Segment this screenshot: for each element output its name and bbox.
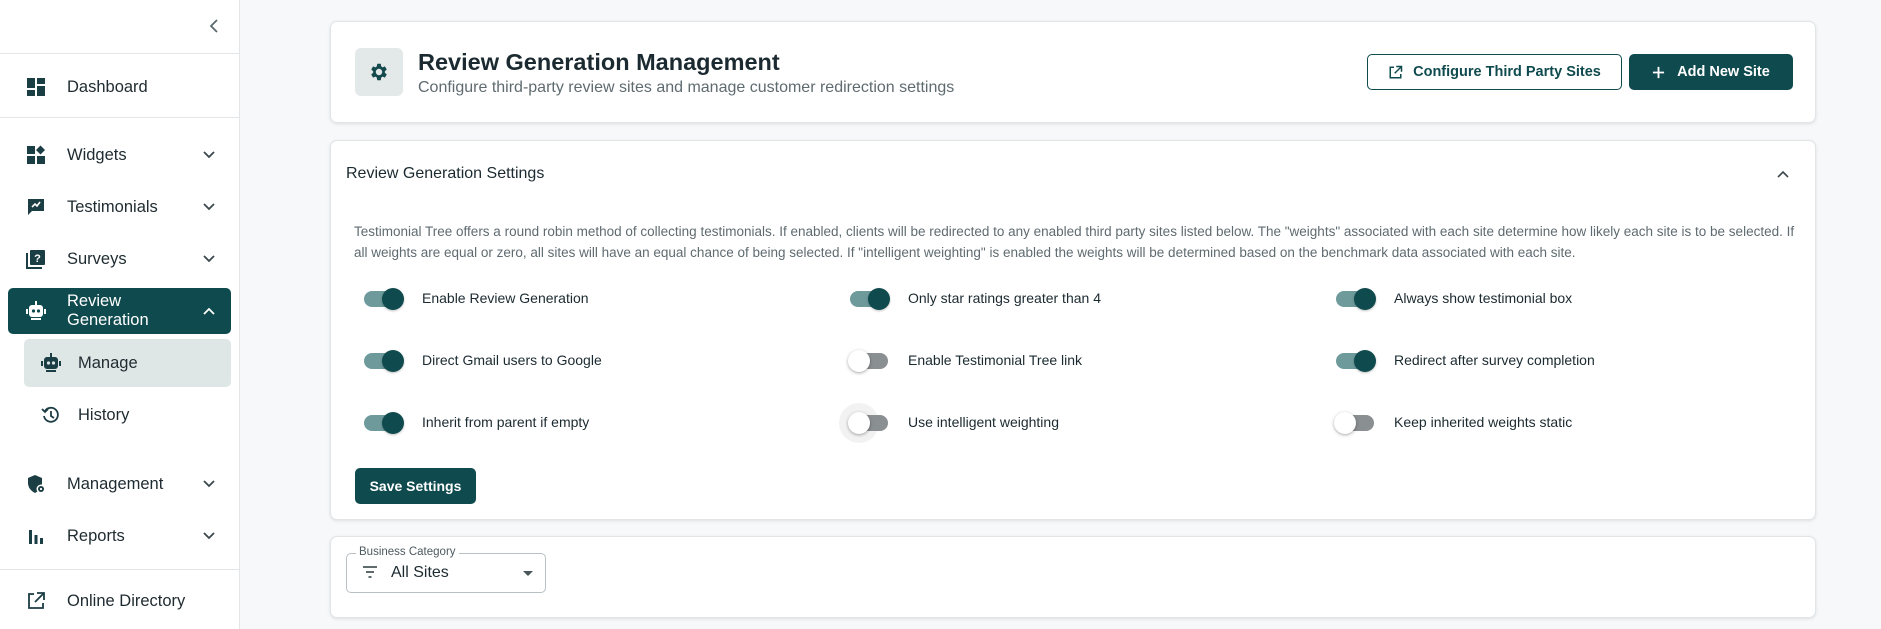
business-category-value: All Sites bbox=[391, 564, 449, 581]
testimonials-icon bbox=[25, 196, 47, 218]
review-generation-settings-panel: Review Generation Settings Testimonial T… bbox=[330, 140, 1816, 520]
sidebar-item-management[interactable]: Management bbox=[8, 461, 231, 507]
sidebar-item-label: Reports bbox=[67, 526, 125, 545]
chevron-down-icon bbox=[199, 526, 219, 546]
toggle-label: Use intelligent weighting bbox=[908, 414, 1059, 430]
dropdown-arrow-icon bbox=[523, 571, 533, 576]
svg-text:?: ? bbox=[34, 253, 41, 265]
setting-use-intelligent-weighting: Use intelligent weighting bbox=[839, 403, 1059, 443]
sidebar-item-dashboard[interactable]: Dashboard bbox=[8, 64, 231, 110]
gear-icon bbox=[355, 48, 403, 96]
external-link-icon bbox=[25, 590, 47, 612]
sidebar-divider bbox=[0, 53, 240, 54]
toggle-label: Inherit from parent if empty bbox=[422, 414, 590, 430]
enable-testimonial-tree-link-toggle[interactable] bbox=[848, 350, 890, 372]
business-category-select[interactable]: Business Category All Sites bbox=[346, 546, 546, 593]
chevron-left-icon bbox=[209, 19, 218, 33]
setting-direct-gmail-users: Direct Gmail users to Google bbox=[362, 345, 602, 375]
page-title: Review Generation Management bbox=[418, 49, 780, 75]
inherit-from-parent-toggle[interactable] bbox=[362, 412, 404, 434]
direct-gmail-users-toggle[interactable] bbox=[362, 350, 404, 372]
widgets-icon bbox=[25, 144, 47, 166]
sidebar-item-review-generation[interactable]: Review Generation bbox=[8, 288, 231, 334]
enable-review-generation-toggle[interactable] bbox=[362, 288, 404, 310]
keep-inherited-weights-toggle[interactable] bbox=[1334, 412, 1376, 434]
settings-panel-title: Review Generation Settings bbox=[346, 165, 545, 182]
sidebar-item-label: Widgets bbox=[67, 145, 127, 164]
toggle-label: Enable Testimonial Tree link bbox=[908, 352, 1083, 368]
chevron-down-icon bbox=[199, 145, 219, 165]
chevron-down-icon bbox=[199, 249, 219, 269]
sidebar-item-testimonials[interactable]: Testimonials bbox=[8, 184, 231, 230]
configure-third-party-sites-button[interactable]: Configure Third Party Sites bbox=[1367, 54, 1622, 90]
sidebar-subitem-history[interactable]: History bbox=[24, 391, 231, 439]
configure-third-party-sites-label: Configure Third Party Sites bbox=[1413, 64, 1601, 80]
toggle-label: Enable Review Generation bbox=[422, 290, 589, 306]
setting-inherit-from-parent: Inherit from parent if empty bbox=[362, 407, 589, 437]
chevron-up-icon bbox=[1777, 170, 1789, 178]
add-new-site-button[interactable]: Add New Site bbox=[1629, 54, 1793, 90]
business-category-filter-card: Business Category All Sites bbox=[330, 536, 1816, 618]
toggle-label: Direct Gmail users to Google bbox=[422, 352, 602, 368]
setting-always-show-testimonial-box: Always show testimonial box bbox=[1334, 283, 1572, 313]
toggle-label: Always show testimonial box bbox=[1394, 290, 1573, 306]
chevron-up-icon bbox=[199, 301, 219, 321]
history-icon bbox=[40, 404, 62, 426]
plus-icon bbox=[1652, 66, 1665, 79]
collapse-settings-button[interactable] bbox=[1773, 164, 1793, 184]
management-icon bbox=[25, 473, 47, 495]
sidebar-item-label: Testimonials bbox=[67, 197, 158, 216]
redirect-after-survey-toggle[interactable] bbox=[1334, 350, 1376, 372]
setting-enable-review-generation: Enable Review Generation bbox=[362, 283, 589, 313]
sidebar-item-label: Manage bbox=[78, 353, 138, 372]
dashboard-icon bbox=[25, 76, 47, 98]
page-subtitle: Configure third-party review sites and m… bbox=[418, 79, 955, 96]
sidebar-item-label: Online Directory bbox=[67, 591, 186, 610]
settings-description: Testimonial Tree offers a round robin me… bbox=[354, 224, 1795, 260]
business-category-label: Business Category bbox=[356, 546, 459, 558]
use-intelligent-weighting-toggle[interactable] bbox=[839, 403, 890, 443]
review-generation-icon bbox=[25, 300, 47, 322]
filter-icon bbox=[362, 565, 378, 579]
sidebar-item-label: Management bbox=[67, 474, 164, 493]
setting-keep-inherited-weights: Keep inherited weights static bbox=[1334, 407, 1572, 437]
save-settings-button[interactable]: Save Settings bbox=[355, 468, 476, 504]
sidebar-item-label: Surveys bbox=[67, 249, 127, 268]
setting-only-star-ratings: Only star ratings greater than 4 bbox=[848, 283, 1101, 313]
sidebar-item-label: Dashboard bbox=[67, 77, 148, 96]
toggle-label: Only star ratings greater than 4 bbox=[908, 290, 1101, 306]
sidebar-item-widgets[interactable]: Widgets bbox=[8, 132, 231, 178]
surveys-icon: ? bbox=[25, 248, 47, 270]
chevron-down-icon bbox=[199, 474, 219, 494]
sidebar-divider bbox=[0, 569, 240, 570]
external-link-icon bbox=[1388, 65, 1403, 80]
sidebar-item-online-directory[interactable]: Online Directory bbox=[8, 578, 231, 624]
toggle-label: Keep inherited weights static bbox=[1394, 414, 1573, 430]
only-star-ratings-toggle[interactable] bbox=[848, 288, 890, 310]
add-new-site-label: Add New Site bbox=[1677, 64, 1770, 80]
setting-enable-testimonial-tree-link: Enable Testimonial Tree link bbox=[848, 345, 1082, 375]
sidebar-item-label: History bbox=[78, 405, 130, 424]
collapse-sidebar-button[interactable] bbox=[204, 15, 224, 37]
sidebar-divider bbox=[0, 117, 240, 118]
setting-redirect-after-survey: Redirect after survey completion bbox=[1334, 345, 1595, 375]
sidebar-item-reports[interactable]: Reports bbox=[8, 513, 231, 559]
sidebar-item-surveys[interactable]: ? Surveys bbox=[8, 236, 231, 282]
sidebar-item-label: Review Generation bbox=[67, 292, 149, 329]
reports-icon bbox=[25, 525, 47, 547]
robot-icon bbox=[40, 352, 62, 374]
page-header-card: Review Generation Management Configure t… bbox=[330, 21, 1816, 123]
chevron-down-icon bbox=[199, 197, 219, 217]
sidebar: Dashboard Widgets Testimonials ? Surveys… bbox=[0, 0, 240, 629]
always-show-testimonial-box-toggle[interactable] bbox=[1334, 288, 1376, 310]
sidebar-subitem-manage[interactable]: Manage bbox=[24, 339, 231, 387]
toggle-label: Redirect after survey completion bbox=[1394, 352, 1595, 368]
